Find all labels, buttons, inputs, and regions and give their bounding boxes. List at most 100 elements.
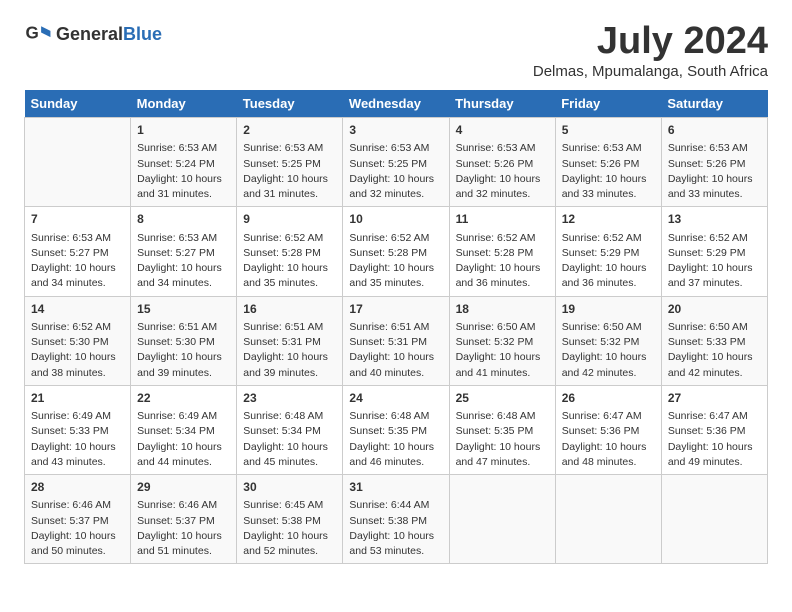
day-info-line: Daylight: 10 hours and 44 minutes. — [137, 440, 230, 470]
day-info-line: Sunrise: 6:49 AM — [31, 409, 124, 424]
logo-icon: G — [24, 20, 52, 48]
day-info-line: Sunset: 5:27 PM — [137, 246, 230, 261]
svg-text:G: G — [26, 24, 39, 43]
day-number: 12 — [562, 211, 655, 228]
day-number: 22 — [137, 390, 230, 407]
title-area: July 2024 Delmas, Mpumalanga, South Afri… — [533, 20, 768, 80]
day-number: 25 — [456, 390, 549, 407]
calendar-cell: 27Sunrise: 6:47 AMSunset: 5:36 PMDayligh… — [661, 385, 767, 474]
day-info-line: Sunset: 5:32 PM — [562, 335, 655, 350]
calendar-cell: 25Sunrise: 6:48 AMSunset: 5:35 PMDayligh… — [449, 385, 555, 474]
location-title: Delmas, Mpumalanga, South Africa — [533, 63, 768, 80]
day-number: 18 — [456, 301, 549, 318]
calendar-cell: 19Sunrise: 6:50 AMSunset: 5:32 PMDayligh… — [555, 296, 661, 385]
day-info-line: Sunset: 5:26 PM — [668, 157, 761, 172]
day-info-line: Sunset: 5:26 PM — [562, 157, 655, 172]
day-info-line: Daylight: 10 hours and 49 minutes. — [668, 440, 761, 470]
day-number: 31 — [349, 479, 442, 496]
day-info-line: Sunrise: 6:52 AM — [31, 320, 124, 335]
day-info-line: Daylight: 10 hours and 39 minutes. — [243, 350, 336, 380]
day-number: 16 — [243, 301, 336, 318]
day-number: 8 — [137, 211, 230, 228]
calendar-cell: 1Sunrise: 6:53 AMSunset: 5:24 PMDaylight… — [131, 118, 237, 207]
day-info-line: Sunset: 5:26 PM — [456, 157, 549, 172]
day-info-line: Sunrise: 6:52 AM — [562, 231, 655, 246]
day-info-line: Sunrise: 6:53 AM — [137, 231, 230, 246]
day-info-line: Sunrise: 6:50 AM — [668, 320, 761, 335]
day-number: 27 — [668, 390, 761, 407]
day-number: 14 — [31, 301, 124, 318]
day-info-line: Daylight: 10 hours and 40 minutes. — [349, 350, 442, 380]
calendar-cell: 17Sunrise: 6:51 AMSunset: 5:31 PMDayligh… — [343, 296, 449, 385]
calendar-cell: 8Sunrise: 6:53 AMSunset: 5:27 PMDaylight… — [131, 207, 237, 296]
day-info-line: Sunset: 5:29 PM — [668, 246, 761, 261]
calendar-cell: 29Sunrise: 6:46 AMSunset: 5:37 PMDayligh… — [131, 475, 237, 564]
calendar-table: SundayMondayTuesdayWednesdayThursdayFrid… — [24, 90, 768, 564]
calendar-cell — [661, 475, 767, 564]
day-info-line: Daylight: 10 hours and 34 minutes. — [31, 261, 124, 291]
day-number: 26 — [562, 390, 655, 407]
day-info-line: Sunrise: 6:53 AM — [349, 141, 442, 156]
day-info-line: Sunrise: 6:53 AM — [668, 141, 761, 156]
day-info-line: Sunrise: 6:48 AM — [349, 409, 442, 424]
calendar-cell — [555, 475, 661, 564]
day-info-line: Daylight: 10 hours and 36 minutes. — [562, 261, 655, 291]
logo: G GeneralBlue — [24, 20, 162, 48]
day-number: 7 — [31, 211, 124, 228]
day-number: 24 — [349, 390, 442, 407]
day-info-line: Sunrise: 6:48 AM — [243, 409, 336, 424]
header-day-wednesday: Wednesday — [343, 90, 449, 118]
day-number: 13 — [668, 211, 761, 228]
day-number: 30 — [243, 479, 336, 496]
day-number: 17 — [349, 301, 442, 318]
day-number: 10 — [349, 211, 442, 228]
calendar-cell: 9Sunrise: 6:52 AMSunset: 5:28 PMDaylight… — [237, 207, 343, 296]
day-info-line: Sunrise: 6:45 AM — [243, 498, 336, 513]
day-info-line: Sunset: 5:28 PM — [243, 246, 336, 261]
day-info-line: Sunset: 5:24 PM — [137, 157, 230, 172]
day-info-line: Sunrise: 6:53 AM — [243, 141, 336, 156]
calendar-cell: 20Sunrise: 6:50 AMSunset: 5:33 PMDayligh… — [661, 296, 767, 385]
day-number: 20 — [668, 301, 761, 318]
day-info-line: Sunset: 5:35 PM — [456, 424, 549, 439]
day-info-line: Sunrise: 6:52 AM — [668, 231, 761, 246]
day-info-line: Sunset: 5:29 PM — [562, 246, 655, 261]
calendar-cell: 15Sunrise: 6:51 AMSunset: 5:30 PMDayligh… — [131, 296, 237, 385]
day-info-line: Daylight: 10 hours and 32 minutes. — [349, 172, 442, 202]
header-day-sunday: Sunday — [25, 90, 131, 118]
day-number: 3 — [349, 122, 442, 139]
day-info-line: Sunrise: 6:53 AM — [456, 141, 549, 156]
calendar-cell: 2Sunrise: 6:53 AMSunset: 5:25 PMDaylight… — [237, 118, 343, 207]
day-info-line: Daylight: 10 hours and 37 minutes. — [668, 261, 761, 291]
day-info-line: Sunrise: 6:51 AM — [137, 320, 230, 335]
day-info-line: Sunset: 5:34 PM — [243, 424, 336, 439]
day-info-line: Sunrise: 6:52 AM — [456, 231, 549, 246]
day-info-line: Sunset: 5:25 PM — [243, 157, 336, 172]
day-info-line: Sunrise: 6:47 AM — [562, 409, 655, 424]
calendar-cell: 3Sunrise: 6:53 AMSunset: 5:25 PMDaylight… — [343, 118, 449, 207]
calendar-cell: 31Sunrise: 6:44 AMSunset: 5:38 PMDayligh… — [343, 475, 449, 564]
day-info-line: Daylight: 10 hours and 39 minutes. — [137, 350, 230, 380]
day-info-line: Sunrise: 6:51 AM — [243, 320, 336, 335]
header-day-monday: Monday — [131, 90, 237, 118]
day-info-line: Sunrise: 6:50 AM — [562, 320, 655, 335]
day-info-line: Daylight: 10 hours and 48 minutes. — [562, 440, 655, 470]
calendar-cell: 5Sunrise: 6:53 AMSunset: 5:26 PMDaylight… — [555, 118, 661, 207]
day-number: 23 — [243, 390, 336, 407]
day-info-line: Sunrise: 6:46 AM — [137, 498, 230, 513]
day-number: 15 — [137, 301, 230, 318]
calendar-cell — [25, 118, 131, 207]
day-info-line: Sunrise: 6:53 AM — [137, 141, 230, 156]
day-number: 6 — [668, 122, 761, 139]
calendar-header: SundayMondayTuesdayWednesdayThursdayFrid… — [25, 90, 768, 118]
calendar-cell: 23 Sunrise: 6:48 AMSunset: 5:34 PMDayligh… — [237, 385, 343, 474]
day-number: 2 — [243, 122, 336, 139]
day-info-line: Daylight: 10 hours and 53 minutes. — [349, 529, 442, 559]
calendar-cell: 7Sunrise: 6:53 AMSunset: 5:27 PMDaylight… — [25, 207, 131, 296]
day-info-line: Sunset: 5:38 PM — [349, 514, 442, 529]
day-info-line: Daylight: 10 hours and 33 minutes. — [668, 172, 761, 202]
calendar-cell: 18Sunrise: 6:50 AMSunset: 5:32 PMDayligh… — [449, 296, 555, 385]
day-info-line: Daylight: 10 hours and 45 minutes. — [243, 440, 336, 470]
day-info-line: Sunset: 5:27 PM — [31, 246, 124, 261]
day-info-line: Sunset: 5:33 PM — [31, 424, 124, 439]
